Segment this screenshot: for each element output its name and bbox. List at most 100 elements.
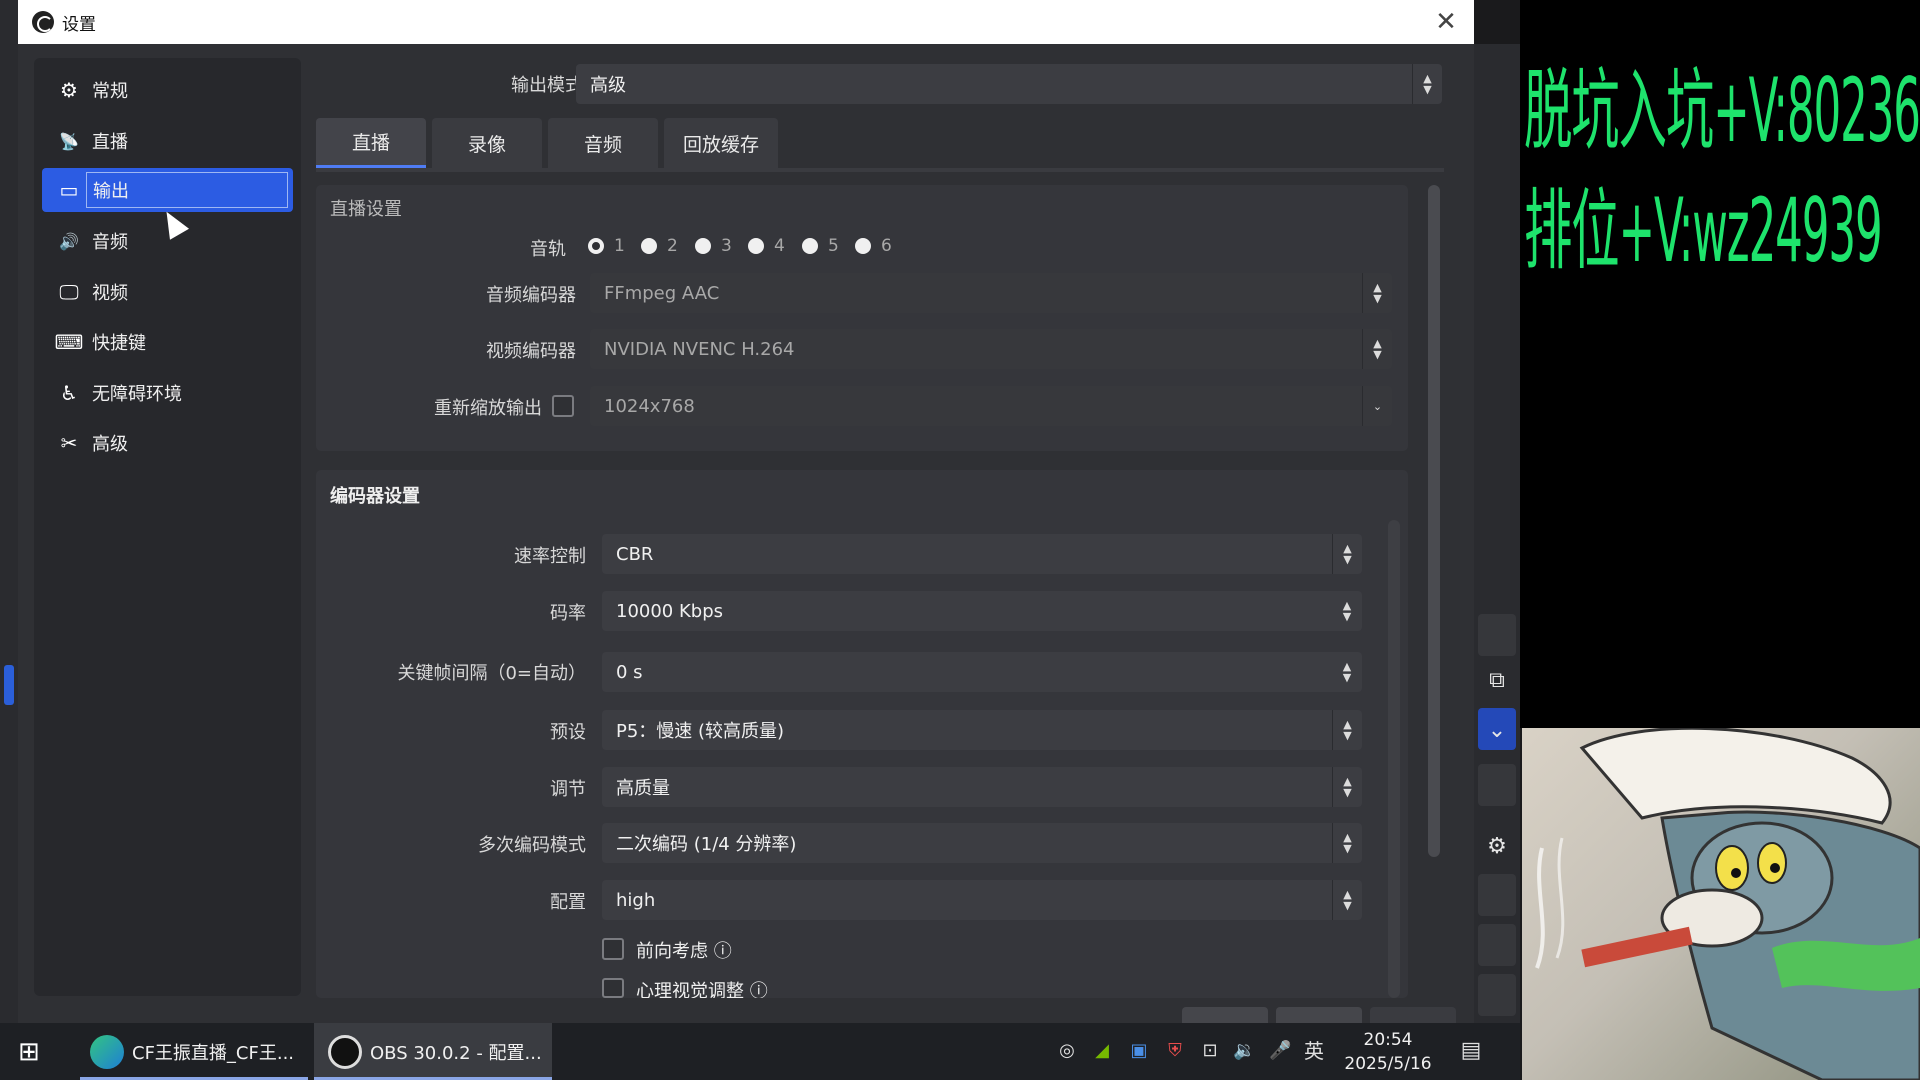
settings-scrollbar[interactable] bbox=[1428, 185, 1440, 857]
nav-item-label: 常规 bbox=[92, 81, 128, 102]
nav-item-accessibility[interactable]: ♿ 无障碍环境 bbox=[42, 371, 293, 415]
lookahead-label: 前向考虑 ⓘ bbox=[636, 941, 732, 962]
settings-dialog: 设置 ✕ ⚙ 常规 📡 直播 ▭ 输出 🔊 音频 🖵 视频 ⌨ 快捷键 ♿ 无障… bbox=[18, 0, 1474, 1037]
help-icon[interactable]: ⓘ bbox=[714, 941, 732, 962]
video-encoder-select[interactable]: NVIDIA NVENC H.264 ▲ ▼ bbox=[590, 329, 1392, 369]
rate-control-value: CBR bbox=[616, 543, 654, 565]
track-radio-5[interactable]: 5 bbox=[802, 236, 839, 256]
clock-date: 2025/5/16 bbox=[1344, 1053, 1432, 1074]
chevron-down-icon: ⌄ bbox=[1362, 386, 1392, 426]
security-shield-icon[interactable]: ⛨ bbox=[1164, 1040, 1186, 1062]
updown-arrows-icon: ▲ ▼ bbox=[1362, 273, 1392, 313]
tab-audio[interactable]: 音频 bbox=[548, 118, 658, 168]
close-button[interactable]: ✕ bbox=[1428, 4, 1464, 40]
antenna-icon: 📡 bbox=[59, 131, 79, 151]
chevron-down-icon: ⌄ bbox=[1487, 718, 1507, 743]
taskbar-obs[interactable]: OBS 30.0.2 - 配置... bbox=[314, 1023, 552, 1080]
keyboard-icon: ⌨ bbox=[54, 330, 84, 354]
background-window-left-edge bbox=[0, 0, 18, 1023]
obs-tray-icon[interactable]: ◎ bbox=[1056, 1040, 1078, 1062]
settings-nav: ⚙ 常规 📡 直播 ▭ 输出 🔊 音频 🖵 视频 ⌨ 快捷键 ♿ 无障碍环境 ✂ bbox=[34, 58, 301, 996]
preset-label: 预设 bbox=[550, 722, 586, 743]
updown-arrows-icon: ▲ ▼ bbox=[1332, 710, 1362, 750]
rescale-output-checkbox[interactable] bbox=[552, 395, 574, 417]
taskbar-browser[interactable]: CF王振直播_CF王... bbox=[80, 1023, 308, 1080]
microphone-icon[interactable]: 🎤 bbox=[1269, 1040, 1291, 1062]
spin-arrows-icon: ▲ ▼ bbox=[1342, 599, 1352, 623]
bitrate-label: 码率 bbox=[550, 603, 586, 624]
track-radio-6[interactable]: 6 bbox=[855, 236, 892, 256]
updown-arrows-icon: ▲ ▼ bbox=[1362, 329, 1392, 369]
gear-icon[interactable]: ⚙ bbox=[1474, 834, 1520, 859]
tab-replay-buffer[interactable]: 回放缓存 bbox=[664, 118, 778, 168]
encoder-scrollbar[interactable] bbox=[1388, 520, 1400, 998]
start-button[interactable]: ⊞ bbox=[18, 1023, 54, 1080]
app-tray-icon[interactable]: ▣ bbox=[1128, 1040, 1150, 1062]
rate-control-label: 速率控制 bbox=[514, 546, 586, 567]
nav-item-label: 高级 bbox=[92, 434, 128, 455]
profile-value: high bbox=[616, 889, 656, 911]
taskbar: ⊞ CF王振直播_CF王... OBS 30.0.2 - 配置... ◎ ◢ ▣… bbox=[0, 1023, 1520, 1080]
tab-recording[interactable]: 录像 bbox=[432, 118, 542, 168]
output-mode-select[interactable]: 高级 ▲ ▼ bbox=[576, 64, 1442, 104]
overlay-text-line1: 脱坑入坑+V:8023617 bbox=[1524, 59, 1920, 162]
window-restore-icon[interactable]: ⧉ bbox=[1474, 668, 1520, 693]
bitrate-value: 10000 Kbps bbox=[616, 600, 724, 622]
nav-item-hotkeys[interactable]: ⌨ 快捷键 bbox=[42, 320, 293, 364]
nav-item-stream[interactable]: 📡 直播 bbox=[42, 119, 293, 163]
notification-icon[interactable]: ▤ bbox=[1460, 1040, 1482, 1062]
ime-indicator[interactable]: 英 bbox=[1303, 1040, 1325, 1062]
background-button[interactable] bbox=[1478, 974, 1516, 1016]
keyframe-interval-spinbox[interactable]: 0 s ▲ ▼ bbox=[602, 652, 1362, 692]
speaker-icon: 🔊 bbox=[59, 231, 79, 251]
video-encoder-value: NVIDIA NVENC H.264 bbox=[604, 338, 795, 360]
tab-stream[interactable]: 直播 bbox=[316, 118, 426, 168]
rescale-resolution-value: 1024x768 bbox=[604, 395, 695, 417]
nav-item-advanced[interactable]: ✂ 高级 bbox=[42, 421, 293, 465]
nvidia-icon[interactable]: ◢ bbox=[1091, 1040, 1113, 1062]
background-button[interactable] bbox=[1478, 924, 1516, 966]
dialog-title: 设置 bbox=[62, 15, 96, 35]
help-icon[interactable]: ⓘ bbox=[750, 981, 768, 998]
track-radio-3[interactable]: 3 bbox=[695, 236, 732, 256]
network-icon[interactable]: ⊡ bbox=[1199, 1040, 1221, 1062]
rate-control-select[interactable]: CBR ▲ ▼ bbox=[602, 534, 1362, 574]
background-button[interactable] bbox=[1478, 764, 1516, 806]
tuning-label: 调节 bbox=[550, 779, 586, 800]
background-button[interactable] bbox=[1478, 874, 1516, 916]
keyframe-interval-value: 0 s bbox=[616, 661, 643, 683]
track-radio-2[interactable]: 2 bbox=[641, 236, 678, 256]
lookahead-checkbox[interactable] bbox=[602, 938, 624, 960]
updown-arrows-icon: ▲ ▼ bbox=[1332, 823, 1362, 863]
tools-icon: ✂ bbox=[60, 431, 78, 455]
clock[interactable]: 20:54 2025/5/16 bbox=[1342, 1023, 1434, 1080]
encoder-settings-group: 编码器设置 速率控制 CBR ▲ ▼ 码率 10000 Kbps ▲ ▼ 关键帧间隔… bbox=[316, 470, 1408, 998]
nav-item-general[interactable]: ⚙ 常规 bbox=[42, 68, 293, 112]
track-radio-1[interactable]: 1 bbox=[588, 236, 625, 256]
gear-icon: ⚙ bbox=[60, 78, 78, 102]
psycho-visual-checkbox[interactable] bbox=[602, 978, 624, 998]
title-bar: 设置 ✕ bbox=[18, 0, 1474, 44]
background-button[interactable] bbox=[1478, 614, 1516, 656]
updown-arrows-icon: ▲ ▼ bbox=[1332, 767, 1362, 807]
volume-icon[interactable]: 🔉 bbox=[1233, 1040, 1255, 1062]
monitor-icon: 🖵 bbox=[59, 280, 79, 304]
nav-item-video[interactable]: 🖵 视频 bbox=[42, 270, 293, 314]
track-radio-4[interactable]: 4 bbox=[748, 236, 785, 256]
rescale-resolution-select[interactable]: 1024x768 ⌄ bbox=[590, 386, 1392, 426]
tuning-select[interactable]: 高质量 ▲ ▼ bbox=[602, 767, 1362, 807]
accessibility-icon: ♿ bbox=[60, 381, 78, 405]
nav-item-output[interactable]: ▭ 输出 bbox=[42, 168, 293, 212]
profile-select[interactable]: high ▲ ▼ bbox=[602, 880, 1362, 920]
background-accent-bar bbox=[4, 665, 14, 705]
obs-logo-icon bbox=[32, 11, 54, 33]
nav-item-label: 视频 bbox=[92, 283, 128, 304]
keyframe-interval-label: 关键帧间隔（0=自动） bbox=[397, 663, 586, 684]
audio-encoder-select[interactable]: FFmpeg AAC ▲ ▼ bbox=[590, 273, 1392, 313]
bitrate-spinbox[interactable]: 10000 Kbps ▲ ▼ bbox=[602, 591, 1362, 631]
updown-arrows-icon: ▲ ▼ bbox=[1332, 534, 1362, 574]
multipass-select[interactable]: 二次编码 (1/4 分辨率) ▲ ▼ bbox=[602, 823, 1362, 863]
preset-select[interactable]: P5：慢速 (较高质量) ▲ ▼ bbox=[602, 710, 1362, 750]
output-mode-label: 输出模式 bbox=[511, 75, 583, 96]
output-mode-value: 高级 bbox=[590, 75, 626, 96]
